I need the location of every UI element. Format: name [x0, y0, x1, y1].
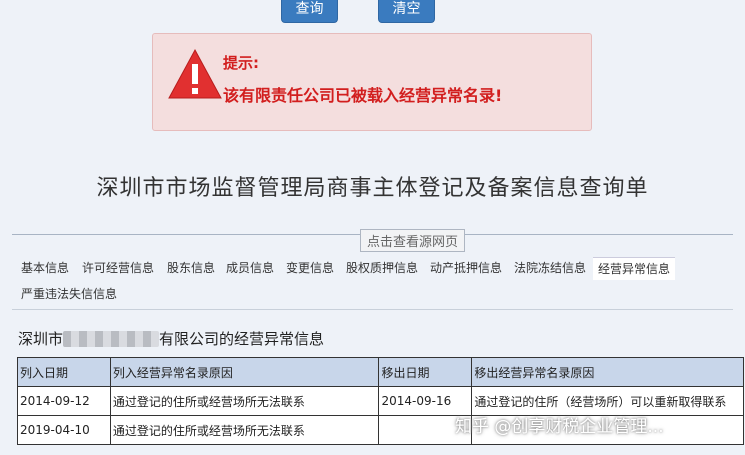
table-cell: 2019-04-10 [17, 415, 111, 445]
tab-license-info[interactable]: 许可经营信息 [77, 257, 159, 279]
tab-change-info[interactable]: 变更信息 [281, 257, 339, 279]
table-header-row: 列入日期 列入经营异常名录原因 移出日期 移出经营异常名录原因 [17, 357, 744, 387]
alert-message: 该有限责任公司已被载入经营异常名录! [223, 86, 503, 105]
tab-chattel-mortgage-info[interactable]: 动产抵押信息 [425, 257, 507, 279]
query-button[interactable]: 查询 [281, 0, 338, 23]
tab-member-info[interactable]: 成员信息 [221, 257, 279, 279]
section-title-suffix: 有限公司的经营异常信息 [159, 330, 325, 348]
tab-shareholder-info[interactable]: 股东信息 [162, 257, 220, 279]
column-header: 移出日期 [378, 357, 473, 387]
column-header: 列入日期 [17, 357, 111, 387]
clear-button[interactable]: 清空 [378, 0, 435, 23]
warning-icon [168, 48, 222, 99]
redacted-company-name [63, 331, 160, 347]
watermark: 知乎 @创享财税企业管理... [455, 417, 664, 437]
divider [12, 309, 733, 310]
tab-basic-info[interactable]: 基本信息 [16, 257, 74, 279]
tab-serious-violation-info[interactable]: 严重违法失信信息 [16, 283, 122, 305]
view-source-link[interactable]: 点击查看源网页 [360, 229, 466, 252]
column-header: 列入经营异常名录原因 [109, 357, 380, 387]
table-cell: 通过登记的住所或经营场所无法联系 [109, 386, 380, 416]
tab-abnormal-operation-info[interactable]: 经营异常信息 [593, 257, 676, 280]
alert-title: 提示: [223, 54, 259, 72]
abnormal-alert: 提示: 该有限责任公司已被载入经营异常名录! [152, 33, 592, 131]
page-title: 深圳市市场监督管理局商事主体登记及备案信息查询单 [96, 176, 649, 201]
section-title: 深圳市 有限公司的经营异常信息 [18, 328, 324, 349]
column-header: 移出经营异常名录原因 [471, 357, 744, 387]
table-cell: 通过登记的住所或经营场所无法联系 [109, 415, 380, 445]
table-cell: 2014-09-12 [17, 386, 111, 416]
tab-equity-pledge-info[interactable]: 股权质押信息 [341, 257, 423, 279]
section-title-prefix: 深圳市 [18, 330, 64, 348]
tab-court-freeze-info[interactable]: 法院冻结信息 [509, 257, 591, 279]
